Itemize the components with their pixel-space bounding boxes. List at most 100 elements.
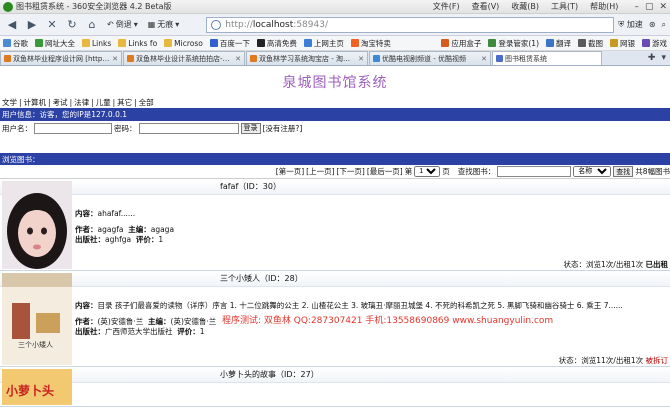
book-title[interactable]: 三个小矮人（ID：28）	[0, 271, 670, 287]
content-label: 内容：	[75, 209, 98, 218]
page-prefix: 第	[404, 167, 413, 176]
bookmark-label: 谷歌	[13, 38, 28, 48]
games-button[interactable]: 游戏	[642, 38, 667, 49]
username-field[interactable]	[34, 122, 112, 134]
bookmark-label: 应用盒子	[451, 38, 482, 48]
bookmark-item[interactable]: 百度一下	[209, 38, 250, 49]
incognito-button[interactable]: ▦ 无痕 ▾	[145, 17, 183, 33]
category-literature[interactable]: 文学	[2, 97, 17, 108]
book-cover-image[interactable]: 小萝卜头	[2, 369, 72, 405]
menu-tools[interactable]: 工具(T)	[551, 1, 578, 12]
register-link[interactable]: [没有注册?]	[263, 123, 303, 134]
book-cover-image[interactable]	[2, 181, 72, 269]
screenshot-button[interactable]: 截图	[578, 38, 603, 49]
book-title[interactable]: fafaf（ID：30）	[0, 179, 670, 195]
first-page-link[interactable]: [第一页]	[276, 166, 304, 177]
prev-page-link[interactable]: [上一页]	[306, 166, 334, 177]
password-field[interactable]	[138, 122, 239, 134]
minimize-icon[interactable]: –	[634, 2, 639, 12]
bookmark-item[interactable]: Microso	[164, 39, 203, 48]
refresh-icon[interactable]: ↻	[64, 17, 80, 33]
bookmark-item[interactable]: 谷歌	[3, 38, 28, 49]
rewind-button[interactable]: ↶ 倒退 ▾	[104, 17, 141, 33]
game-icon	[642, 39, 650, 47]
tab-close-icon[interactable]: ✕	[358, 55, 364, 63]
bookmark-label: Links	[92, 38, 112, 48]
page-select[interactable]: 1	[414, 166, 441, 177]
category-children[interactable]: 儿童	[96, 97, 111, 108]
book-publisher: 广西师范大学出版社	[105, 327, 173, 336]
homepage-icon	[303, 39, 312, 47]
status-text: 状态：浏览1次/出租1次	[563, 260, 644, 269]
taobao-icon	[350, 39, 359, 47]
status-badge[interactable]: 被拆订	[646, 356, 669, 365]
search-button[interactable]: 查找	[613, 166, 634, 177]
bookmark-label: Microso	[174, 38, 203, 48]
book-cover-image[interactable]: 三个小矮人	[2, 273, 72, 365]
tab-menu-icon[interactable]: ▾	[661, 53, 666, 63]
translate-button[interactable]: 翻译	[546, 38, 571, 49]
bookmark-item[interactable]: 高清免费	[256, 38, 297, 49]
book-item: 小萝卜头的故事（ID：27） 小萝卜头	[0, 367, 670, 407]
browser-tab[interactable]: 双鱼林学习系统淘宝店 - 淘宝网 ✕	[246, 51, 368, 65]
bookmark-item[interactable]: Links	[82, 39, 111, 48]
menu-file[interactable]: 文件(F)	[433, 1, 460, 12]
login-button[interactable]: 登录	[240, 122, 261, 134]
category-law[interactable]: 法律	[74, 97, 89, 108]
web-page: 泉城图书馆系统 文学 | 计算机 | 考试 | 法律 | 儿童 | 其它 | 全部 用户信息…	[0, 67, 670, 419]
search-icon[interactable]: ⌕	[662, 20, 666, 30]
status-badge: 已出租	[645, 260, 669, 269]
accelerate-button[interactable]: ⛨ 加速	[618, 19, 643, 30]
new-tab-icon[interactable]: ✚	[648, 53, 656, 63]
bookmark-item[interactable]: 网址大全	[35, 38, 75, 49]
last-page-link[interactable]: [最后一页]	[367, 166, 403, 177]
status-text: 状态：浏览11次/出租1次	[558, 356, 644, 365]
incognito-label: 无痕	[157, 20, 174, 29]
book-rating: 1	[199, 327, 205, 336]
page-suffix: 页	[442, 167, 450, 176]
tab-close-icon[interactable]: ✕	[112, 55, 118, 63]
bank-button[interactable]: 网银	[610, 38, 635, 49]
book-cover-art: 三个小矮人	[2, 273, 72, 365]
category-other[interactable]: 其它	[117, 97, 132, 108]
close-tab-icon[interactable]: ✕	[44, 17, 60, 33]
address-bar[interactable]: http://localhost:58943/	[206, 16, 615, 33]
forward-icon[interactable]: ▶	[24, 17, 40, 33]
menu-favorites[interactable]: 收藏(B)	[511, 1, 539, 12]
book-title[interactable]: 小萝卜头的故事（ID：27）	[0, 367, 670, 383]
search-input[interactable]	[497, 166, 572, 177]
login-form: 用户名： 密码： 登录 [没有注册?]	[0, 121, 670, 135]
bookmark-item[interactable]: 淘宝特卖	[350, 38, 391, 49]
browser-tab[interactable]: 优酷电视剧频道 - 优酷视频 ✕	[369, 51, 491, 65]
menu-help[interactable]: 帮助(H)	[590, 1, 618, 12]
tab-close-icon[interactable]: ✕	[235, 55, 241, 63]
bookmark-label: 翻译	[556, 38, 571, 48]
video-icon	[256, 39, 265, 47]
back-icon[interactable]: ◀	[4, 17, 20, 33]
app-box-button[interactable]: 应用盒子	[441, 38, 481, 49]
book-publisher: aghfga	[105, 235, 132, 244]
category-all[interactable]: 全部	[139, 97, 154, 108]
portrait-image	[2, 181, 72, 269]
search-engine-icon[interactable]: ⊛	[649, 20, 656, 29]
tab-label: 双鱼林毕业设计系统拍拍店-计...	[136, 54, 234, 63]
next-page-link[interactable]: [下一页]	[337, 166, 365, 177]
category-computer[interactable]: 计算机	[24, 97, 47, 108]
search-field-select[interactable]: 名称	[573, 166, 612, 177]
category-exam[interactable]: 考试	[53, 97, 68, 108]
browser-tab[interactable]: 双鱼林毕业设计系统拍拍店-计... ✕	[123, 51, 245, 65]
maximize-icon[interactable]: ▢	[645, 2, 654, 12]
book-item: fafaf（ID：30） 内容：ahafaf...... 作者：agagfa 主…	[0, 179, 670, 271]
home-icon[interactable]: ⌂	[84, 17, 100, 33]
bookmark-item[interactable]: Links fo	[118, 39, 157, 48]
close-icon[interactable]: ✕	[659, 2, 667, 12]
browser-tab-active[interactable]: 图书租赁系统	[492, 51, 602, 65]
browser-tab[interactable]: 双鱼林毕业程序设计网 [http://... ✕	[0, 51, 122, 65]
svg-text:三个小矮人: 三个小矮人	[18, 340, 53, 349]
login-manager-button[interactable]: 登录管家(1)	[488, 38, 539, 49]
site-favicon-icon	[4, 55, 11, 62]
tab-close-icon[interactable]: ✕	[481, 55, 487, 63]
bookmark-item[interactable]: 上网主页	[303, 38, 344, 49]
bookmark-tools: 应用盒子 登录管家(1) 翻译 截图 网银 游戏	[441, 38, 667, 49]
menu-view[interactable]: 查看(V)	[472, 1, 500, 12]
